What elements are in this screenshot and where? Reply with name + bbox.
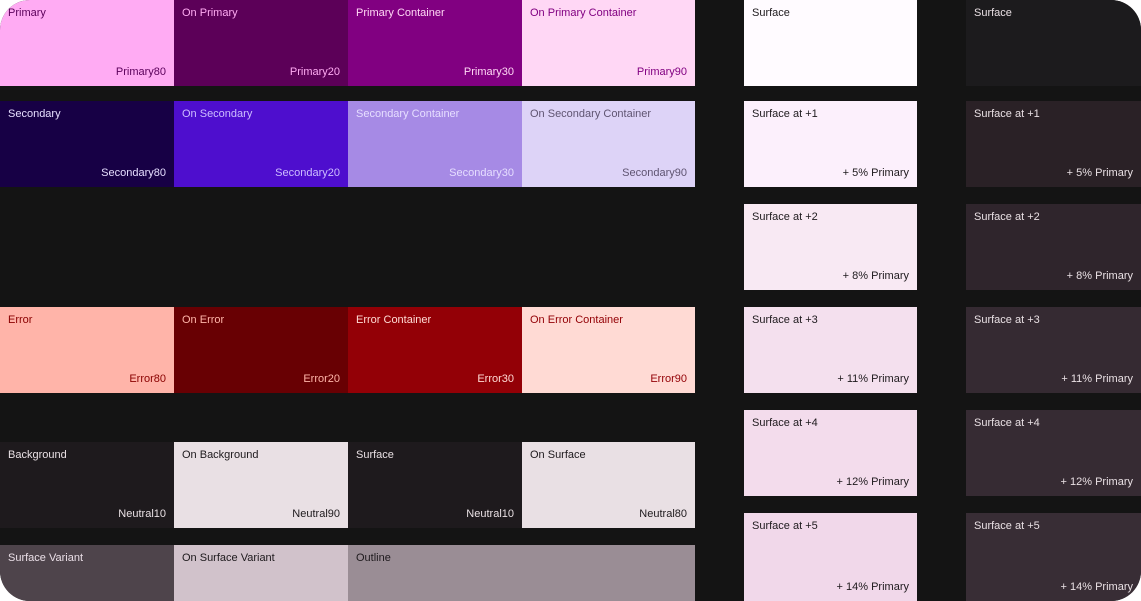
light-surface-at-3-swatch: Surface at +3 + 11% Primary xyxy=(744,307,917,393)
swatch-name: Surface at +3 xyxy=(752,314,818,326)
dark-surface-at-1-swatch: Surface at +1 + 5% Primary xyxy=(966,101,1141,187)
swatch-name: On Error Container xyxy=(530,314,623,326)
swatch-name: Primary Container xyxy=(356,7,445,19)
swatch-name: Error xyxy=(8,314,33,326)
swatch-tone: Error20 xyxy=(303,373,340,385)
swatch-tone: + 11% Primary xyxy=(1061,373,1133,385)
swatch-name: Surface at +1 xyxy=(752,108,818,120)
swatch-name: Surface xyxy=(974,7,1012,19)
secondary-row-secondary-swatch: Secondary Secondary80 xyxy=(0,101,174,187)
swatch-tone: Secondary20 xyxy=(275,167,340,179)
light-surface-swatch: Surface xyxy=(744,0,917,86)
swatch-name: Secondary Container xyxy=(356,108,460,120)
primary-row-primary-container-swatch: Primary Container Primary30 xyxy=(348,0,522,86)
swatch-name: On Secondary Container xyxy=(530,108,652,120)
swatch-name: Surface xyxy=(752,7,790,19)
neutral-row-background-swatch: Background Neutral10 xyxy=(0,442,174,528)
dark-surface-at-5-swatch: Surface at +5 + 14% Primary xyxy=(966,513,1141,601)
swatch-name: Surface Variant xyxy=(8,552,84,564)
swatch-name: On Surface Variant xyxy=(182,552,275,564)
light-surface-at-1-swatch: Surface at +1 + 5% Primary xyxy=(744,101,917,187)
swatch-name: Surface at +5 xyxy=(974,520,1040,532)
swatch-tone: Error80 xyxy=(129,373,166,385)
swatch-tone: Secondary90 xyxy=(622,167,687,179)
neutral-row-on-surface-swatch: On Surface Neutral80 xyxy=(522,442,695,528)
swatch-name: Surface at +2 xyxy=(752,211,818,223)
primary-row-primary-swatch: Primary Primary80 xyxy=(0,0,174,86)
swatch-name: Background xyxy=(8,449,67,461)
neutral-row-surface-swatch: Surface Neutral10 xyxy=(348,442,522,528)
swatch-tone: Error90 xyxy=(650,373,687,385)
swatch-name: On Primary Container xyxy=(530,7,637,19)
swatch-tone: Secondary80 xyxy=(101,167,166,179)
swatch-tone: Secondary30 xyxy=(449,167,514,179)
variant-row-surface-variant-swatch: Surface VariantNeutral-Variant30 xyxy=(0,545,174,601)
swatch-tone: + 5% Primary xyxy=(1066,167,1133,179)
swatch-tone: + 12% Primary xyxy=(836,476,909,488)
swatch-tone: Neutral90 xyxy=(292,508,340,520)
secondary-row-on-secondary-swatch: On Secondary Secondary20 xyxy=(174,101,348,187)
swatch-name: Surface at +4 xyxy=(752,417,818,429)
color-palette-frame: Primary Primary80 On Primary Primary20 Prima… xyxy=(0,0,1141,601)
swatch-tone: Primary20 xyxy=(289,66,340,78)
swatch-name: On Surface xyxy=(530,449,586,461)
swatch-tone: Primary80 xyxy=(115,66,166,78)
swatch-tone: Error30 xyxy=(477,373,514,385)
swatch-name: Surface at +1 xyxy=(974,108,1040,120)
swatch-tone: + 5% Primary xyxy=(842,167,909,179)
error-row-on-error-container-swatch: On Error Container Error90 xyxy=(522,307,695,393)
swatch-tone: + 14% Primary xyxy=(1060,581,1133,593)
swatch-name: Surface at +5 xyxy=(752,520,818,532)
primary-row-on-primary-swatch: On Primary Primary20 xyxy=(174,0,348,86)
swatch-tone: + 11% Primary xyxy=(837,373,909,385)
light-surface-at-2-swatch: Surface at +2 + 8% Primary xyxy=(744,204,917,290)
swatch-name: Surface at +4 xyxy=(974,417,1040,429)
swatch-tone: Primary90 xyxy=(636,66,687,78)
error-row-error-swatch: Error Error80 xyxy=(0,307,174,393)
swatch-tone: + 8% Primary xyxy=(1066,270,1133,282)
neutral-row-on-background-swatch: On Background Neutral90 xyxy=(174,442,348,528)
dark-surface-at-2-swatch: Surface at +2 + 8% Primary xyxy=(966,204,1141,290)
swatch-tone: Neutral80 xyxy=(639,508,687,520)
swatch-name: Error Container xyxy=(356,314,432,326)
dark-surface-at-3-swatch: Surface at +3 + 11% Primary xyxy=(966,307,1141,393)
secondary-row-on-secondary-container-swatch: On Secondary Container Secondary90 xyxy=(522,101,695,187)
swatch-name: On Background xyxy=(182,449,259,461)
swatch-name: Surface at +3 xyxy=(974,314,1040,326)
swatch-name: Outline xyxy=(356,552,391,564)
swatch-name: Primary xyxy=(8,7,46,19)
swatch-name: Surface xyxy=(356,449,394,461)
swatch-tone: Neutral10 xyxy=(118,508,166,520)
light-surface-at-5-swatch: Surface at +5 + 14% Primary xyxy=(744,513,917,601)
secondary-row-secondary-container-swatch: Secondary Container Secondary30 xyxy=(348,101,522,187)
swatch-tone: Neutral10 xyxy=(466,508,514,520)
swatch-tone: + 12% Primary xyxy=(1060,476,1133,488)
swatch-tone: + 14% Primary xyxy=(836,581,909,593)
swatch-name: On Secondary xyxy=(182,108,253,120)
swatch-tone: + 8% Primary xyxy=(842,270,909,282)
swatch-name: On Primary xyxy=(182,7,238,19)
swatch-name: On Error xyxy=(182,314,225,326)
variant-row-on-surface-variant-swatch: On Surface VariantNeutral-Variant80 xyxy=(174,545,348,601)
dark-surface-at-4-swatch: Surface at +4 + 12% Primary xyxy=(966,410,1141,496)
dark-surface-swatch: Surface xyxy=(966,0,1141,86)
swatch-name: Secondary xyxy=(8,108,61,120)
swatch-tone: Primary30 xyxy=(463,66,514,78)
swatch-name: Surface at +2 xyxy=(974,211,1040,223)
light-surface-at-4-swatch: Surface at +4 + 12% Primary xyxy=(744,410,917,496)
variant-row-outline-swatch: OutlineNeutral-Variant60 xyxy=(348,545,695,601)
error-row-on-error-swatch: On Error Error20 xyxy=(174,307,348,393)
error-row-error-container-swatch: Error Container Error30 xyxy=(348,307,522,393)
primary-row-on-primary-container-swatch: On Primary Container Primary90 xyxy=(522,0,695,86)
